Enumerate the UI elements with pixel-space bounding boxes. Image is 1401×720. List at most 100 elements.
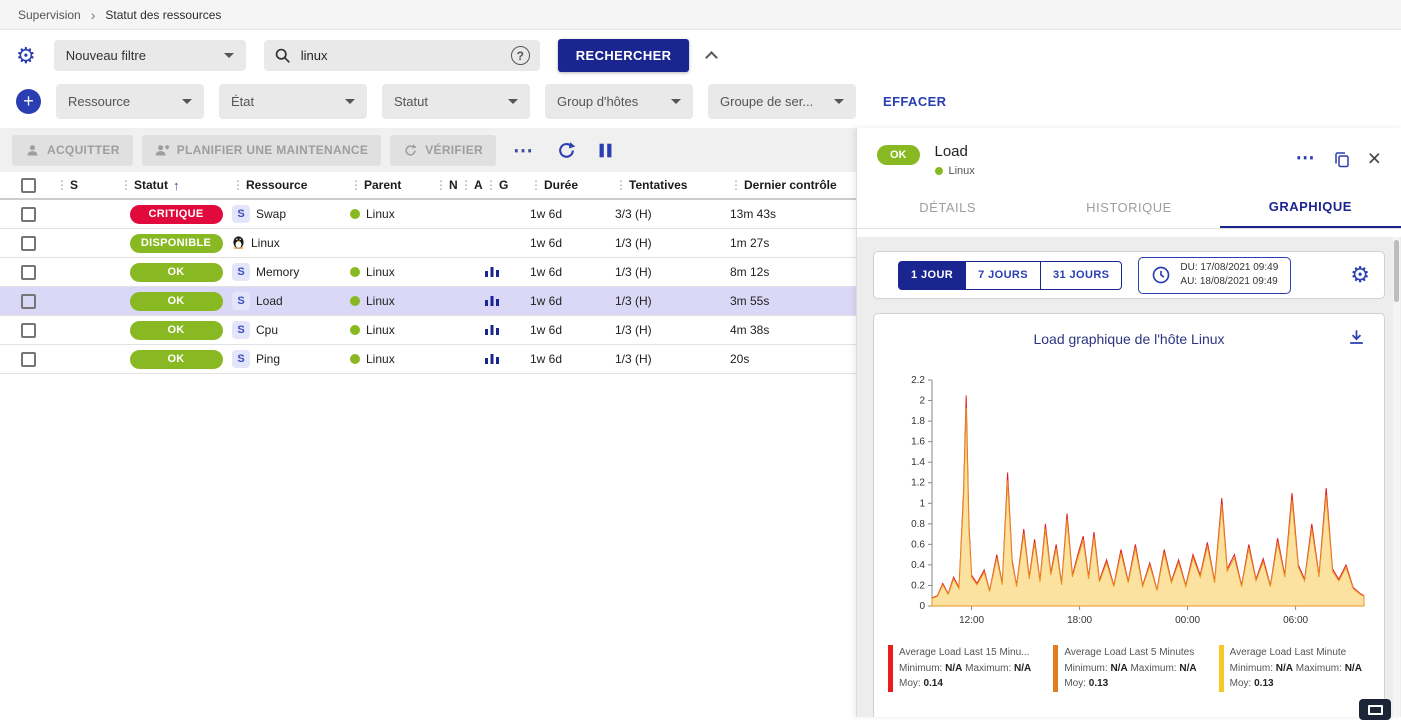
sort-asc-icon[interactable]: ↑ [173,178,180,193]
column-label: Tentatives [629,178,687,192]
criteria-select[interactable]: Statut [382,84,530,119]
parent-cell: Linux [350,323,435,337]
tab-graphique[interactable]: GRAPHIQUE [1220,187,1401,228]
panel-scrollbar-thumb[interactable] [1394,240,1399,302]
collapse-filters-icon[interactable] [706,51,719,64]
row-checkbox-cell [0,294,56,309]
filter-settings-gear-icon[interactable]: ⚙ [16,45,36,67]
criteria-select[interactable]: Group d'hôtes [545,84,693,119]
column-header[interactable]: ⋮N [435,178,460,192]
column-header[interactable]: ⋮Parent [350,178,435,192]
download-icon[interactable] [1347,328,1366,352]
parent-status-dot [350,267,360,277]
panel-title: Load [935,143,1296,160]
table-row[interactable]: OKSLoadLinux1w 6d1/3 (H)3m 55s [0,287,856,316]
load-graph: 00.20.40.60.811.21.41.61.822.212:0018:00… [888,370,1372,637]
table-row[interactable]: OKSMemoryLinux1w 6d1/3 (H)8m 12s [0,258,856,287]
row-checkbox[interactable] [21,236,36,251]
panel-more-icon[interactable]: ⋯ [1296,149,1316,168]
pause-icon[interactable] [591,142,620,159]
panel-tabs: DÉTAILSHISTORIQUEGRAPHIQUE [857,187,1401,229]
breadcrumb-supervision[interactable]: Supervision [18,8,81,22]
last-check-cell: 20s [730,352,855,366]
criteria-select[interactable]: Groupe de ser... [708,84,856,119]
graph-icon[interactable] [485,322,499,338]
graph-settings-gear-icon[interactable]: ⚙ [1350,264,1370,286]
saved-filter-select[interactable]: Nouveau filtre [54,40,246,71]
service-icon: S [232,205,250,223]
column-label: Parent [364,178,401,192]
check-button[interactable]: VÉRIFIER [390,135,496,166]
maintenance-icon [155,143,170,158]
criteria-select[interactable]: État [219,84,367,119]
table-header-row: ⋮S⋮Statut↑⋮Ressource⋮Parent⋮N⋮A⋮G⋮Durée⋮… [0,172,856,200]
saved-filter-value: Nouveau filtre [66,48,146,63]
help-icon[interactable]: ? [511,46,530,65]
service-icon: S [232,350,250,368]
add-criteria-button[interactable]: + [16,89,41,114]
svg-text:2: 2 [919,396,925,407]
resource-cell: Linux [232,234,350,252]
table-row[interactable]: CRITIQUESSwapLinux1w 6d3/3 (H)13m 43s [0,200,856,229]
panel-scrollbar [1393,237,1400,717]
column-header[interactable]: ⋮Tentatives [615,178,730,192]
period-button[interactable]: 31 JOURS [1041,261,1122,290]
acknowledge-button[interactable]: ACQUITTER [12,135,133,166]
chevron-down-icon [671,99,681,104]
row-checkbox[interactable] [21,265,36,280]
search-input[interactable] [299,47,503,64]
close-panel-icon[interactable]: × [1368,147,1381,170]
maintenance-button[interactable]: PLANIFIER UNE MAINTENANCE [142,135,382,166]
row-checkbox[interactable] [21,207,36,222]
column-header[interactable]: ⋮Statut↑ [120,178,232,193]
copy-link-icon[interactable] [1333,150,1351,168]
parent-status-dot [350,209,360,219]
status-cell: DISPONIBLE [120,234,232,253]
status-badge: OK [130,292,223,311]
tab-détails[interactable]: DÉTAILS [857,187,1038,228]
tries-cell: 1/3 (H) [615,352,730,366]
service-icon: S [232,321,250,339]
column-header[interactable]: ⋮S [56,178,120,192]
row-checkbox-cell [0,323,56,338]
app: Supervision › Statut des ressources ⚙ No… [0,0,1401,717]
graph-icon[interactable] [485,293,499,309]
breadcrumb-statut-des-ressources[interactable]: Statut des ressources [105,8,221,22]
table-row[interactable]: OKSCpuLinux1w 6d1/3 (H)4m 38s [0,316,856,345]
tries-cell: 3/3 (H) [615,207,730,221]
refresh-icon[interactable] [551,141,582,160]
row-checkbox-cell [0,207,56,222]
clear-filters-button[interactable]: EFFACER [883,94,946,109]
row-checkbox[interactable] [21,352,36,367]
select-all-checkbox[interactable] [21,178,36,193]
period-button[interactable]: 1 JOUR [898,261,966,290]
search-button[interactable]: RECHERCHER [558,39,690,72]
column-header[interactable]: ⋮G [485,178,530,192]
legend-item: Average Load Last MinuteMinimum: N/A Max… [1219,645,1372,692]
criteria-select[interactable]: Ressource [56,84,204,119]
more-actions-icon[interactable]: ⋯ [505,138,542,163]
check-label: VÉRIFIER [425,143,483,157]
tab-historique[interactable]: HISTORIQUE [1038,187,1219,228]
column-header[interactable]: ⋮Dernier contrôle [730,178,855,192]
row-checkbox[interactable] [21,294,36,309]
status-badge: DISPONIBLE [130,234,223,253]
column-header[interactable]: ⋮Ressource [232,178,350,192]
graph-icon[interactable] [485,264,499,280]
resources-list-section: ACQUITTER PLANIFIER UNE MAINTENANCE VÉRI… [0,128,856,717]
column-header[interactable]: ⋮Durée [530,178,615,192]
clock-icon [1151,265,1171,285]
date-range-control[interactable]: DU: 17/08/2021 09:49 AU: 18/08/2021 09:4… [1138,257,1291,294]
status-badge: CRITIQUE [130,205,223,224]
graph-icon[interactable] [485,351,499,367]
row-checkbox[interactable] [21,323,36,338]
table-row[interactable]: DISPONIBLELinux1w 6d1/3 (H)1m 27s [0,229,856,258]
table-row[interactable]: OKSPingLinux1w 6d1/3 (H)20s [0,345,856,374]
column-header[interactable]: ⋮A [460,178,485,192]
duration-cell: 1w 6d [530,323,615,337]
graph-card: Load graphique de l'hôte Linux 00.20.40.… [873,313,1385,717]
period-button[interactable]: 7 JOURS [966,261,1041,290]
parent-status-dot [350,354,360,364]
panel-body: 1 JOUR7 JOURS31 JOURS DU: 17/08/2021 09:… [857,237,1401,717]
filter-row-main: ⚙ Nouveau filtre ? RECHERCHER [0,30,1401,76]
